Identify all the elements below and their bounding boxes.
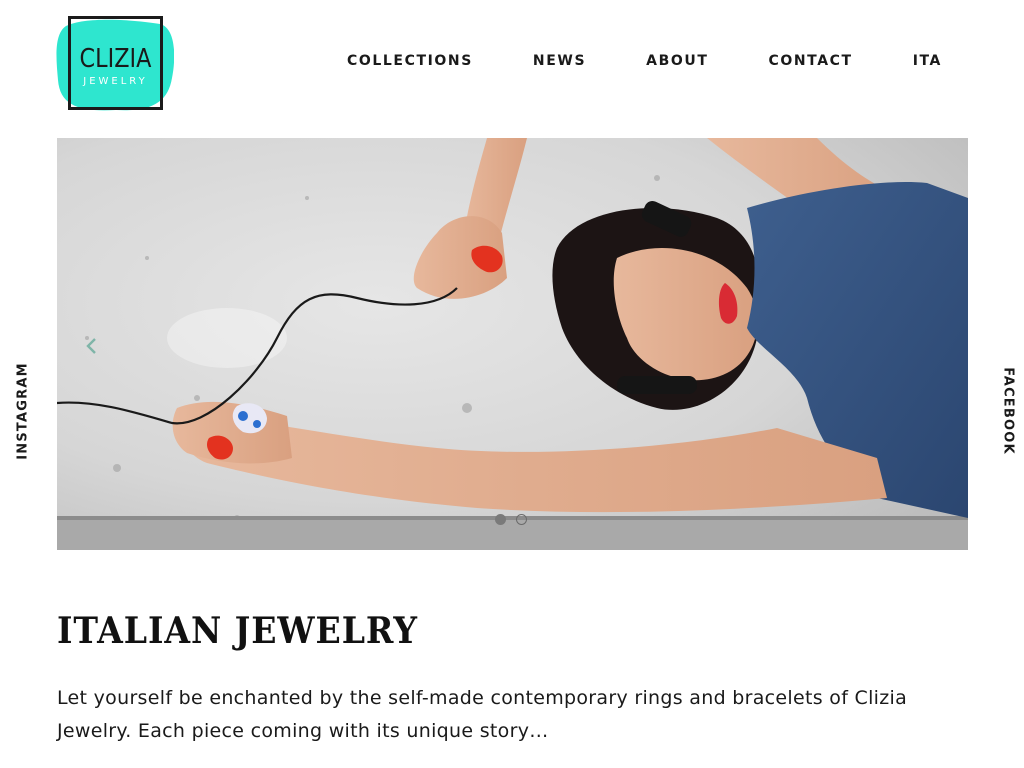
chevron-left-icon[interactable] [85, 336, 99, 356]
logo-subtitle: JEWELRY [83, 76, 148, 87]
page-title: ITALIAN JEWELRY [57, 610, 418, 652]
hero-slider [57, 138, 968, 550]
brand-logo[interactable]: CLIZIA JEWELRY [56, 14, 176, 114]
nav-about[interactable]: ABOUT [646, 53, 708, 69]
facebook-link[interactable]: FACEBOOK [1001, 367, 1016, 455]
instagram-link[interactable]: INSTAGRAM [16, 362, 31, 459]
main-nav: COLLECTIONS NEWS ABOUT CONTACT ITA [347, 53, 942, 69]
intro-text: Let yourself be enchanted by the self-ma… [57, 687, 908, 742]
slider-pagination [495, 514, 527, 525]
nav-news[interactable]: NEWS [533, 53, 586, 69]
nav-contact[interactable]: CONTACT [768, 53, 852, 69]
nav-language-ita[interactable]: ITA [913, 53, 942, 69]
hero-image [57, 138, 968, 550]
slider-dot-2[interactable] [516, 514, 527, 525]
logo-name: CLIZIA [79, 44, 152, 74]
nav-collections[interactable]: COLLECTIONS [347, 53, 473, 69]
slider-dot-1[interactable] [495, 514, 506, 525]
